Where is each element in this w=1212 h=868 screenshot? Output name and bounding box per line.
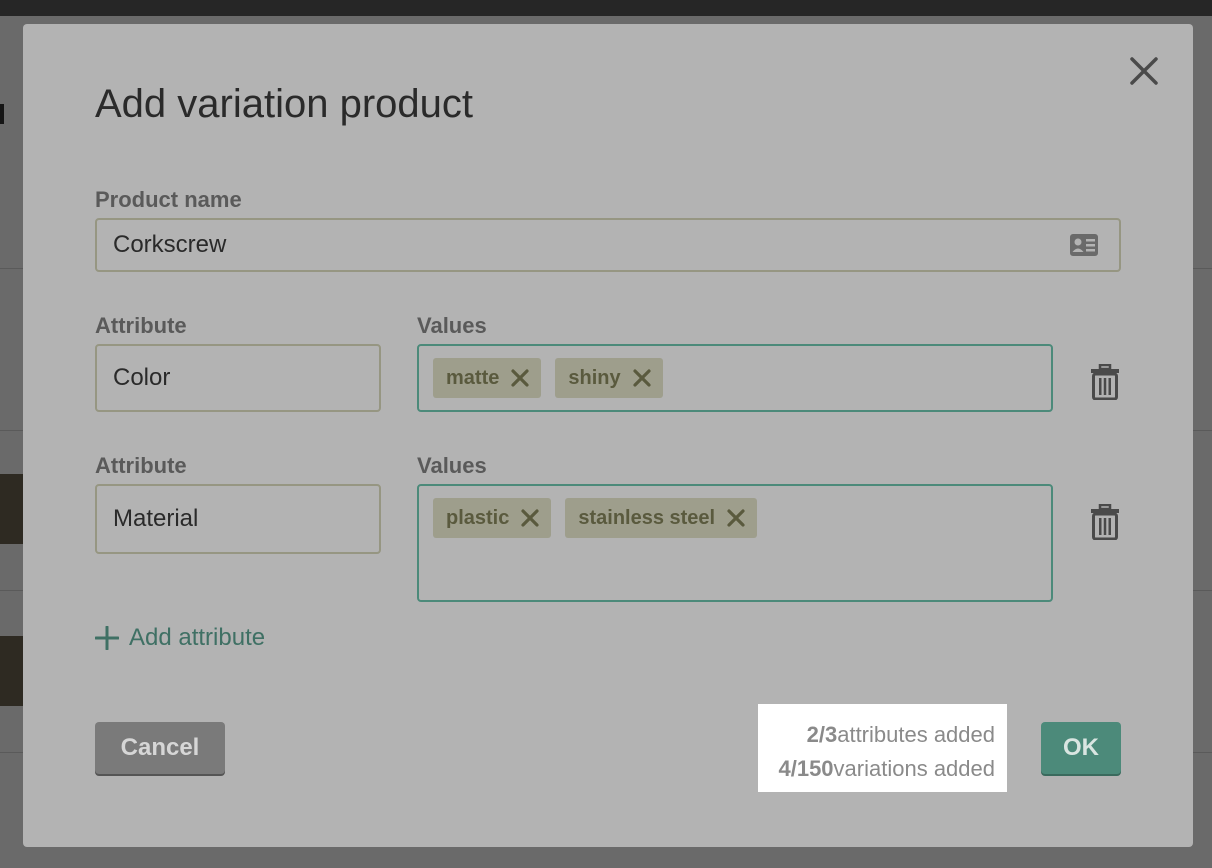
close-icon: [1130, 57, 1158, 85]
remove-x-icon: [511, 369, 529, 387]
values-label: Values: [417, 313, 487, 338]
remove-tag-button[interactable]: [511, 369, 529, 387]
remove-x-icon: [521, 509, 539, 527]
attributes-stat: 2/3attributes added: [758, 718, 995, 752]
attribute-label: Attribute: [95, 313, 187, 338]
add-attribute-label: Add attribute: [129, 624, 266, 651]
contact-card-icon[interactable]: [1069, 233, 1099, 257]
modal-title: Add variation product: [95, 82, 474, 126]
variations-stat: 4/150variations added: [758, 752, 995, 786]
value-tag: matte: [433, 358, 542, 398]
attributes-count: 2/3: [806, 722, 838, 747]
attribute-name-input[interactable]: Material: [95, 484, 381, 554]
product-name-value: Corkscrew: [113, 231, 227, 258]
remove-tag-button[interactable]: [521, 509, 539, 527]
attribute-name-value: Color: [113, 364, 171, 391]
ok-button[interactable]: OK: [1041, 722, 1121, 774]
value-tag: stainless steel: [565, 498, 758, 538]
attribute-label: Attribute: [95, 453, 187, 478]
plus-icon: [95, 626, 119, 650]
background-mark: [0, 104, 4, 124]
variation-stats: 2/3attributes added 4/150variations adde…: [758, 704, 1007, 792]
close-button[interactable]: [1127, 54, 1161, 88]
value-tag-label: shiny: [568, 366, 621, 389]
value-tag-label: plastic: [446, 506, 510, 529]
product-name-label: Product name: [95, 187, 242, 212]
value-tag: shiny: [555, 358, 663, 398]
delete-attribute-button[interactable]: [1090, 363, 1120, 401]
remove-tag-button[interactable]: [633, 369, 651, 387]
value-tag: plastic: [433, 498, 552, 538]
variations-stat-text: variations added: [833, 756, 995, 781]
background-thumbnail: [0, 636, 24, 706]
values-input[interactable]: matte shiny: [417, 344, 1053, 412]
product-name-input[interactable]: Corkscrew: [95, 218, 1121, 272]
add-variation-modal: Add variation product Product name Corks…: [23, 24, 1193, 847]
add-attribute-link[interactable]: Add attribute: [95, 624, 265, 652]
cancel-button[interactable]: Cancel: [95, 722, 225, 774]
attribute-name-input[interactable]: Color: [95, 344, 381, 412]
trash-icon: [1091, 503, 1119, 541]
delete-attribute-button[interactable]: [1090, 503, 1120, 541]
variations-count: 4/150: [778, 756, 834, 781]
remove-x-icon: [633, 369, 651, 387]
value-tag-label: stainless steel: [578, 506, 716, 529]
values-input[interactable]: plastic stainless steel: [417, 484, 1053, 602]
background-thumbnail: [0, 474, 24, 544]
attribute-name-value: Material: [113, 505, 199, 532]
value-tag-label: matte: [446, 366, 500, 389]
values-label: Values: [417, 453, 487, 478]
remove-tag-button[interactable]: [727, 509, 745, 527]
background-topbar: [0, 0, 1212, 16]
trash-icon: [1091, 363, 1119, 401]
remove-x-icon: [727, 509, 745, 527]
attributes-stat-text: attributes added: [837, 722, 995, 747]
